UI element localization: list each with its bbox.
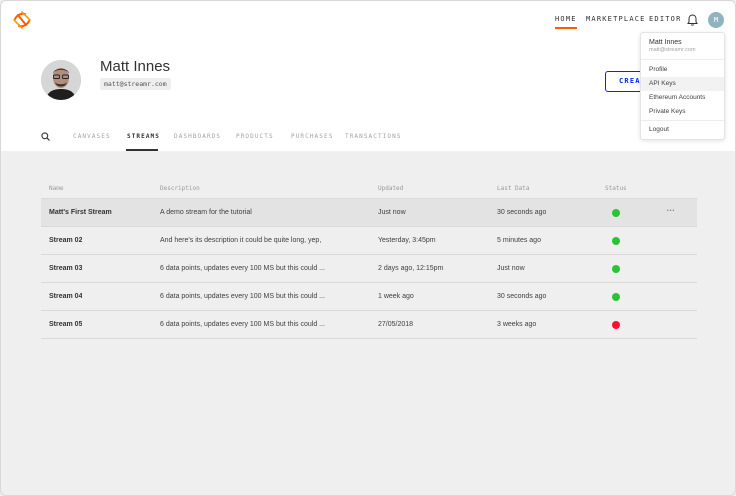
tab-products[interactable]: PRODUCTS bbox=[236, 133, 274, 140]
stream-description: 6 data points, updates every 100 MS but … bbox=[160, 265, 325, 272]
stream-name: Stream 05 bbox=[49, 321, 83, 328]
dropdown-divider bbox=[641, 59, 724, 60]
column-header-name[interactable]: Name bbox=[49, 185, 63, 192]
stream-last-data: 5 minutes ago bbox=[497, 237, 541, 244]
column-header-updated[interactable]: Updated bbox=[378, 185, 403, 192]
stream-last-data: 30 seconds ago bbox=[497, 209, 547, 216]
stream-name: Stream 03 bbox=[49, 265, 83, 272]
table-row[interactable]: Stream 02 And here's its description it c… bbox=[41, 227, 697, 255]
dropdown-user-name: Matt Innes bbox=[649, 39, 682, 46]
dropdown-user-email: matt@streamr.com bbox=[649, 47, 696, 53]
dropdown-divider bbox=[641, 120, 724, 121]
menu-item-logout[interactable]: Logout bbox=[641, 123, 724, 137]
tab-streams[interactable]: STREAMS bbox=[127, 133, 160, 140]
stream-updated: Yesterday, 3:45pm bbox=[378, 237, 436, 244]
stream-description: 6 data points, updates every 100 MS but … bbox=[160, 321, 325, 328]
status-indicator bbox=[612, 265, 620, 273]
app-window: HOME MARKETPLACE EDITOR M Matt Innes mat… bbox=[0, 0, 736, 496]
profile-photo-image bbox=[41, 60, 81, 100]
table-row[interactable]: Stream 04 6 data points, updates every 10… bbox=[41, 283, 697, 311]
column-header-status[interactable]: Status bbox=[605, 185, 627, 192]
avatar-button[interactable]: M bbox=[708, 12, 724, 28]
stream-updated: 1 week ago bbox=[378, 293, 414, 300]
stream-description: 6 data points, updates every 100 MS but … bbox=[160, 293, 325, 300]
tab-dashboards[interactable]: DASHBOARDS bbox=[174, 133, 221, 140]
stream-last-data: 30 seconds ago bbox=[497, 293, 547, 300]
table-row[interactable]: Matt's First Stream A demo stream for the… bbox=[41, 199, 697, 227]
stream-last-data: 3 weeks ago bbox=[497, 321, 537, 328]
header-area: HOME MARKETPLACE EDITOR M Matt Innes mat… bbox=[1, 1, 735, 151]
stream-name: Matt's First Stream bbox=[49, 209, 112, 216]
stream-name: Stream 04 bbox=[49, 293, 83, 300]
table-row[interactable]: Stream 05 6 data points, updates every 10… bbox=[41, 311, 697, 339]
column-header-description[interactable]: Description bbox=[160, 185, 200, 192]
status-indicator bbox=[612, 209, 620, 217]
profile-email: matt@streamr.com bbox=[100, 78, 171, 90]
stream-updated: 27/05/2018 bbox=[378, 321, 414, 328]
profile-avatar bbox=[41, 60, 81, 100]
streamr-logo-icon[interactable] bbox=[12, 10, 32, 30]
tab-transactions[interactable]: TRANSACTIONS bbox=[345, 133, 402, 140]
stream-name: Stream 02 bbox=[49, 237, 83, 244]
profile-name: Matt Innes bbox=[100, 58, 171, 75]
search-icon[interactable] bbox=[41, 132, 50, 141]
nav-marketplace[interactable]: MARKETPLACE bbox=[586, 15, 646, 23]
active-tab-indicator bbox=[126, 149, 158, 151]
bell-icon[interactable] bbox=[687, 14, 698, 26]
nav-editor[interactable]: EDITOR bbox=[649, 15, 682, 23]
user-dropdown-menu: Matt Innes matt@streamr.com Profile API … bbox=[640, 32, 725, 140]
tab-canvases[interactable]: CANVASES bbox=[73, 133, 111, 140]
menu-item-profile[interactable]: Profile bbox=[641, 63, 724, 77]
tab-purchases[interactable]: PURCHASES bbox=[291, 133, 333, 140]
status-indicator bbox=[612, 293, 620, 301]
nav-home[interactable]: HOME bbox=[555, 15, 577, 29]
status-indicator bbox=[612, 237, 620, 245]
menu-item-ethereum-accounts[interactable]: Ethereum Accounts bbox=[641, 91, 724, 105]
stream-updated: Just now bbox=[378, 209, 406, 216]
menu-item-api-keys[interactable]: API Keys bbox=[641, 77, 724, 91]
stream-last-data: Just now bbox=[497, 265, 525, 272]
stream-description: A demo stream for the tutorial bbox=[160, 209, 252, 216]
menu-item-private-keys[interactable]: Private Keys bbox=[641, 105, 724, 119]
stream-description: And here's its description it could be q… bbox=[160, 237, 322, 244]
status-indicator bbox=[612, 321, 620, 329]
table-row[interactable]: Stream 03 6 data points, updates every 10… bbox=[41, 255, 697, 283]
more-options-icon[interactable]: ••• bbox=[667, 199, 675, 226]
column-header-last-data[interactable]: Last Data bbox=[497, 185, 530, 192]
stream-updated: 2 days ago, 12:15pm bbox=[378, 265, 444, 272]
